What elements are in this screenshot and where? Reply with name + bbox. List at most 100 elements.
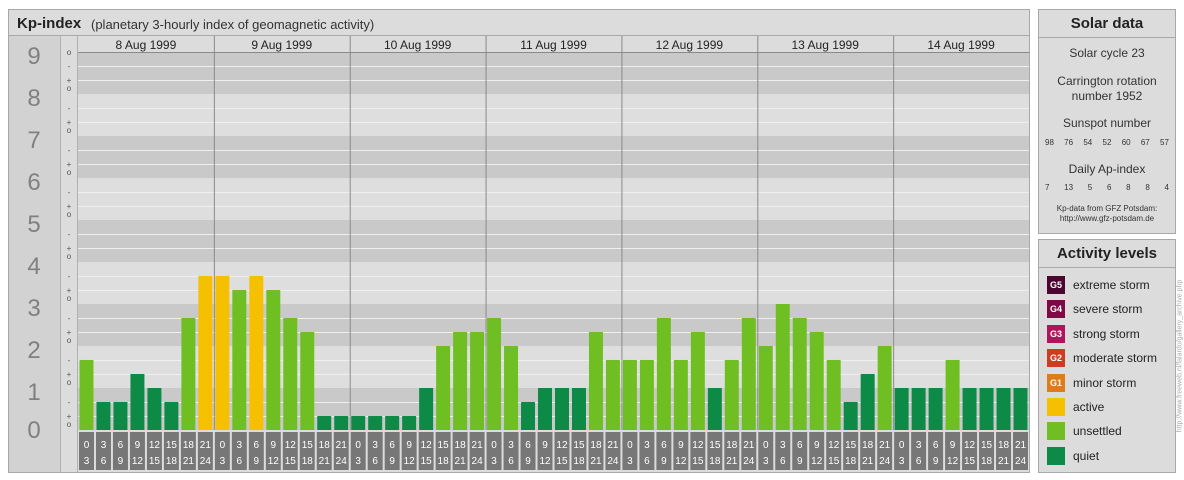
hour-label-end: 12 bbox=[268, 456, 280, 467]
kp-bar bbox=[402, 416, 417, 430]
y-subtick-label: o bbox=[67, 378, 72, 387]
hour-label-end: 18 bbox=[845, 456, 857, 467]
legend-item-quiet: quiet bbox=[1047, 447, 1099, 465]
y-band bbox=[78, 178, 1029, 220]
legend-swatch: G3 bbox=[1047, 325, 1065, 343]
y-subtick-label: - bbox=[68, 272, 71, 281]
hour-label-end: 3 bbox=[899, 456, 905, 467]
hour-label-start: 21 bbox=[743, 440, 755, 451]
hour-label-end: 6 bbox=[101, 456, 107, 467]
hour-label-start: 6 bbox=[525, 440, 531, 451]
kp-bar bbox=[962, 388, 977, 430]
legend-label: severe storm bbox=[1073, 302, 1143, 316]
hour-label-end: 6 bbox=[372, 456, 378, 467]
kp-bar bbox=[113, 401, 128, 430]
ap-values: 7 13 5 6 8 8 4 bbox=[1045, 183, 1169, 192]
kp-bar bbox=[198, 275, 213, 430]
kp-bar bbox=[928, 388, 943, 430]
hour-label-start: 15 bbox=[166, 440, 178, 451]
hour-label-start: 21 bbox=[607, 440, 619, 451]
kp-bar bbox=[911, 388, 926, 430]
kp-bar bbox=[453, 332, 468, 430]
y-tick-label: 1 bbox=[27, 379, 40, 406]
ap-label: Daily Ap-index bbox=[1068, 162, 1146, 176]
y-tick-label: 3 bbox=[27, 295, 40, 322]
hour-label-start: 6 bbox=[661, 440, 667, 451]
hour-label-start: 0 bbox=[355, 440, 361, 451]
carrington-number: number 1952 bbox=[1071, 89, 1143, 103]
hour-label-end: 15 bbox=[149, 456, 161, 467]
hour-label-end: 3 bbox=[220, 456, 226, 467]
kp-bar bbox=[741, 317, 756, 430]
hour-label-start: 0 bbox=[491, 440, 497, 451]
hour-label-start: 9 bbox=[542, 440, 548, 451]
kp-bar bbox=[673, 359, 688, 430]
hour-label-start: 12 bbox=[149, 440, 161, 451]
kp-bar bbox=[792, 317, 807, 430]
kp-bar bbox=[809, 332, 824, 430]
ap-value: 13 bbox=[1064, 183, 1074, 192]
hour-label-start: 6 bbox=[254, 440, 260, 451]
hour-label-start: 18 bbox=[455, 440, 467, 451]
kp-bar bbox=[724, 359, 739, 430]
y-band bbox=[78, 94, 1029, 136]
hour-label-end: 24 bbox=[200, 456, 212, 467]
legend-item-strong-storm: G3 strong storm bbox=[1047, 325, 1140, 343]
hour-label-start: 18 bbox=[319, 440, 331, 451]
hour-label-start: 15 bbox=[981, 440, 993, 451]
y-subtick-label: - bbox=[68, 188, 71, 197]
kp-bar bbox=[79, 359, 94, 430]
hour-label-end: 24 bbox=[336, 456, 348, 467]
y-subtick-label: - bbox=[68, 230, 71, 239]
hour-label-start: 18 bbox=[183, 440, 195, 451]
kp-bar bbox=[130, 374, 145, 430]
kp-bar bbox=[266, 290, 281, 430]
sunspot-value: 76 bbox=[1064, 138, 1074, 147]
kp-bar bbox=[317, 416, 332, 430]
hour-label-start: 21 bbox=[336, 440, 348, 451]
hour-label-end: 18 bbox=[302, 456, 314, 467]
y-band bbox=[78, 136, 1029, 178]
y-subtick-label: + bbox=[67, 328, 72, 337]
legend-label: minor storm bbox=[1073, 376, 1137, 390]
chart-title-bar: Kp-index (planetary 3-hourly index of ge… bbox=[9, 10, 1029, 36]
chart-title: Kp-index bbox=[17, 15, 82, 32]
y-tick-label: 8 bbox=[27, 85, 40, 112]
kp-bar bbox=[181, 317, 196, 430]
legend-item-extreme-storm: G5 extreme storm bbox=[1047, 276, 1150, 294]
kp-bar bbox=[96, 401, 111, 430]
activity-levels-heading: Activity levels bbox=[1039, 240, 1175, 268]
y-subtick-label: - bbox=[68, 62, 71, 71]
kp-bar bbox=[215, 275, 230, 430]
hour-label-end: 9 bbox=[389, 456, 395, 467]
hour-label-start: 9 bbox=[814, 440, 820, 451]
y-tick-label: 2 bbox=[27, 337, 40, 364]
kp-bar bbox=[571, 388, 586, 430]
day-label: 11 Aug 1999 bbox=[520, 38, 587, 52]
data-source-link[interactable]: http://www.gfz-potsdam.de bbox=[1039, 214, 1175, 224]
hour-label-start: 0 bbox=[763, 440, 769, 451]
legend-label: unsettled bbox=[1073, 424, 1122, 438]
hour-label-start: 9 bbox=[406, 440, 412, 451]
hour-label-start: 9 bbox=[135, 440, 141, 451]
hour-label-end: 24 bbox=[472, 456, 484, 467]
y-tick-label: 4 bbox=[27, 253, 40, 280]
hour-label-start: 12 bbox=[556, 440, 568, 451]
legend-swatch bbox=[1047, 422, 1065, 440]
sunspot-value: 67 bbox=[1140, 138, 1150, 147]
hour-label-start: 12 bbox=[828, 440, 840, 451]
kp-bar bbox=[877, 346, 892, 430]
sunspot-values: 98 76 54 52 60 67 57 bbox=[1045, 138, 1169, 147]
hour-label-end: 21 bbox=[319, 456, 331, 467]
hour-label-start: 12 bbox=[964, 440, 976, 451]
hour-label-end: 12 bbox=[132, 456, 144, 467]
hour-label-end: 12 bbox=[404, 456, 416, 467]
y-subtick-label: o bbox=[67, 294, 72, 303]
carrington-label: Carrington rotation bbox=[1057, 74, 1157, 88]
day-label: 14 Aug 1999 bbox=[927, 38, 995, 52]
kp-bar bbox=[164, 401, 179, 430]
kp-bar bbox=[504, 346, 519, 430]
y-tick-label: 5 bbox=[27, 211, 40, 238]
hour-label-end: 15 bbox=[556, 456, 568, 467]
hour-label-start: 18 bbox=[726, 440, 738, 451]
